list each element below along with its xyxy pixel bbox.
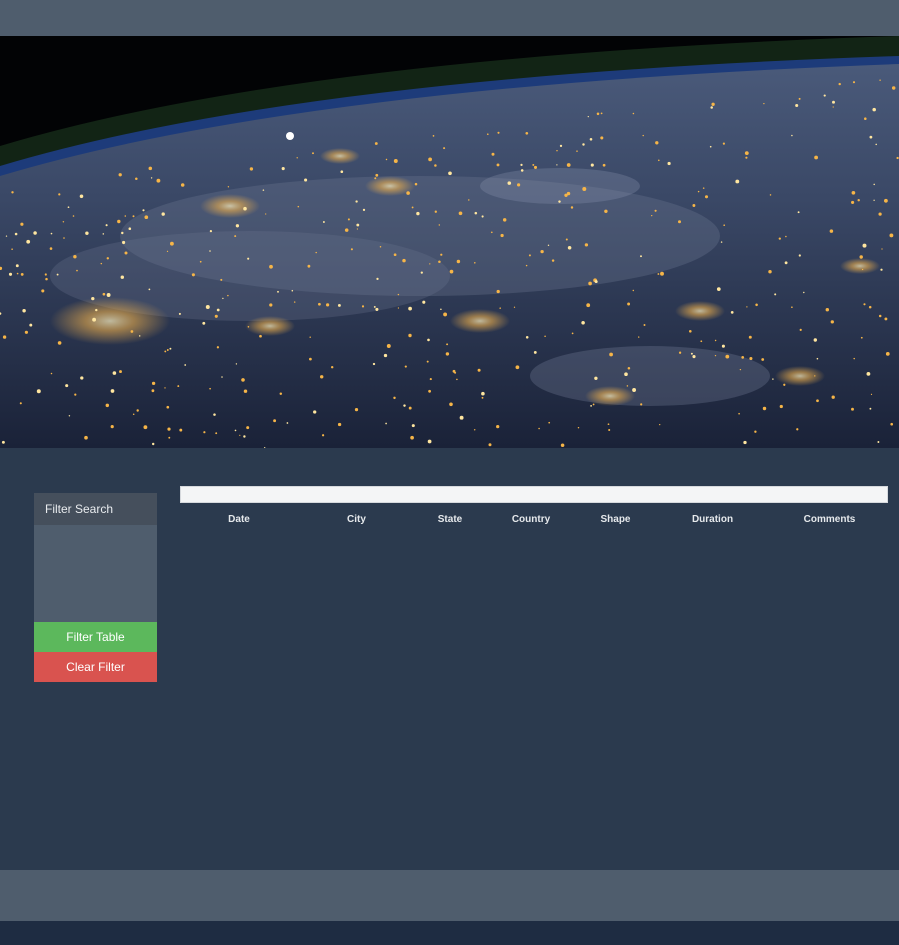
- filter-panel: Filter Search Filter Table Clear Filter: [34, 493, 157, 682]
- footer-bar: [0, 870, 899, 921]
- table-header-row: Date City State Country Shape Duration C…: [180, 513, 888, 527]
- column-header-city: City: [347, 514, 366, 525]
- filter-panel-title: Filter Search: [34, 493, 157, 525]
- results-table-container: Date City State Country Shape Duration C…: [180, 486, 888, 527]
- bottom-strip: [0, 921, 899, 945]
- main-content: Filter Search Filter Table Clear Filter …: [0, 448, 899, 870]
- filter-panel-body: [34, 525, 157, 622]
- column-header-country: Country: [511, 514, 551, 525]
- hero-image-earth-at-night: [0, 36, 899, 448]
- column-header-state: State: [437, 514, 463, 525]
- top-navbar: [0, 0, 899, 36]
- column-header-duration: Duration: [691, 514, 734, 525]
- column-header-shape: Shape: [600, 514, 631, 525]
- ufo-table: Date City State Country Shape Duration C…: [180, 513, 888, 527]
- filter-table-button[interactable]: Filter Table: [34, 622, 157, 652]
- column-header-date: Date: [228, 514, 250, 525]
- column-header-comments: Comments: [803, 514, 856, 525]
- clear-filter-button[interactable]: Clear Filter: [34, 652, 157, 682]
- table-top-bar: [180, 486, 888, 503]
